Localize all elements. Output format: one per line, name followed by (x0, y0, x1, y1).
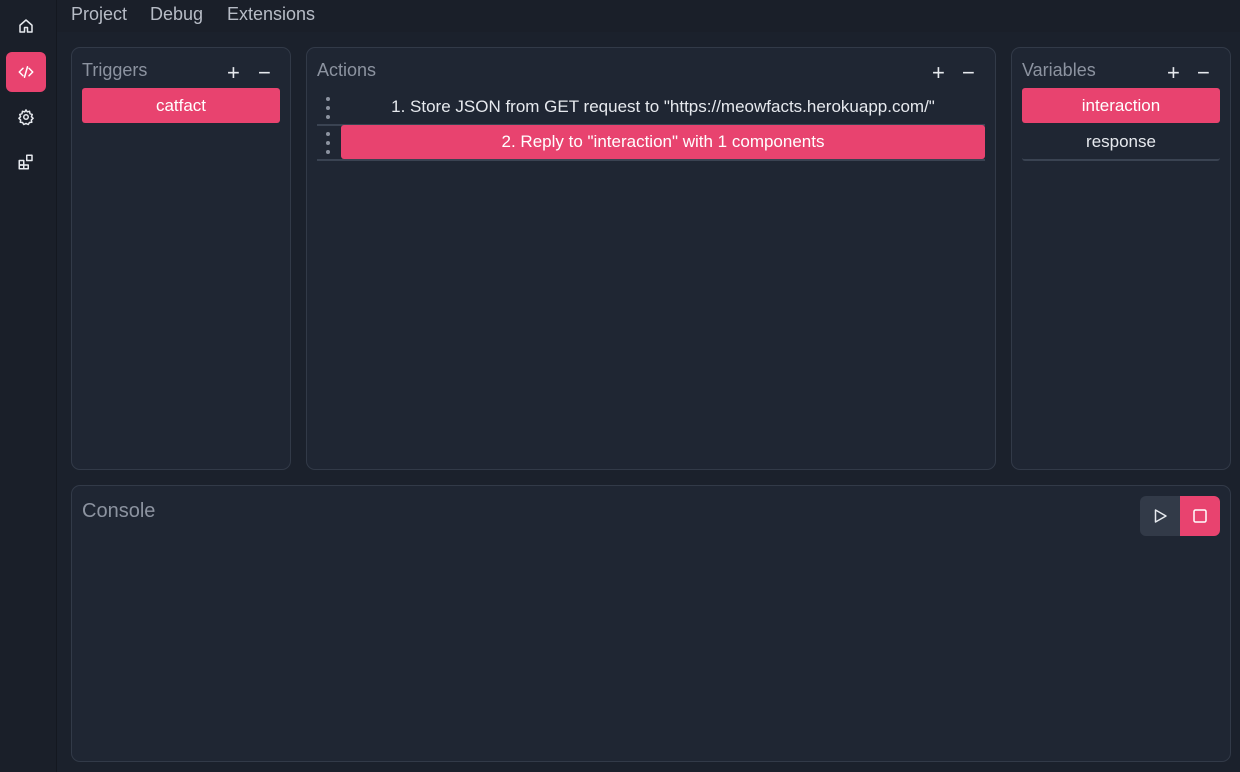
settings-button[interactable] (6, 97, 46, 137)
sidebar (0, 0, 57, 772)
home-icon (19, 19, 33, 33)
variables-title: Variables (1022, 60, 1096, 80)
extensions-icon (18, 154, 33, 170)
add-trigger-button[interactable]: + (227, 62, 240, 84)
menu-extensions[interactable]: Extensions (227, 4, 315, 25)
variables-panel: Variables + − interaction response (1011, 47, 1231, 470)
triggers-panel: Triggers + − catfact (71, 47, 291, 470)
actions-panel: Actions + − 1. Store JSON from GET reque… (306, 47, 996, 470)
actions-title: Actions (317, 60, 377, 80)
drag-handle-icon[interactable] (325, 97, 331, 119)
menu-debug[interactable]: Debug (150, 4, 203, 25)
triggers-title: Triggers (82, 60, 148, 80)
code-icon (18, 66, 34, 78)
variable-item-response[interactable]: response (1022, 125, 1220, 161)
add-variable-button[interactable]: + (1167, 62, 1180, 84)
remove-variable-button[interactable]: − (1197, 62, 1210, 84)
menu-project[interactable]: Project (71, 4, 127, 25)
remove-trigger-button[interactable]: − (258, 62, 271, 84)
console-panel: Console (71, 485, 1231, 762)
menu-bar: Project Debug Extensions (57, 0, 1240, 32)
stop-icon (1193, 509, 1207, 523)
row-divider (317, 159, 985, 161)
console-title: Console (82, 500, 156, 522)
extensions-button[interactable] (6, 142, 46, 182)
home-button[interactable] (6, 6, 46, 46)
workspace: Triggers + − catfact Actions + − 1. Stor… (57, 32, 1240, 772)
trigger-item-catfact[interactable]: catfact (82, 88, 280, 123)
action-row[interactable]: 2. Reply to "interaction" with 1 compone… (317, 125, 985, 161)
action-item-store-json[interactable]: 1. Store JSON from GET request to "https… (341, 90, 985, 124)
code-editor-button[interactable] (6, 52, 46, 92)
action-row[interactable]: 1. Store JSON from GET request to "https… (317, 90, 985, 126)
run-button[interactable] (1140, 496, 1180, 536)
stop-button[interactable] (1180, 496, 1220, 536)
remove-action-button[interactable]: − (962, 62, 975, 84)
variable-item-interaction[interactable]: interaction (1022, 88, 1220, 123)
add-action-button[interactable]: + (932, 62, 945, 84)
gear-icon (18, 109, 34, 126)
action-item-reply[interactable]: 2. Reply to "interaction" with 1 compone… (341, 125, 985, 159)
drag-handle-icon[interactable] (325, 132, 331, 154)
play-icon (1154, 509, 1167, 523)
